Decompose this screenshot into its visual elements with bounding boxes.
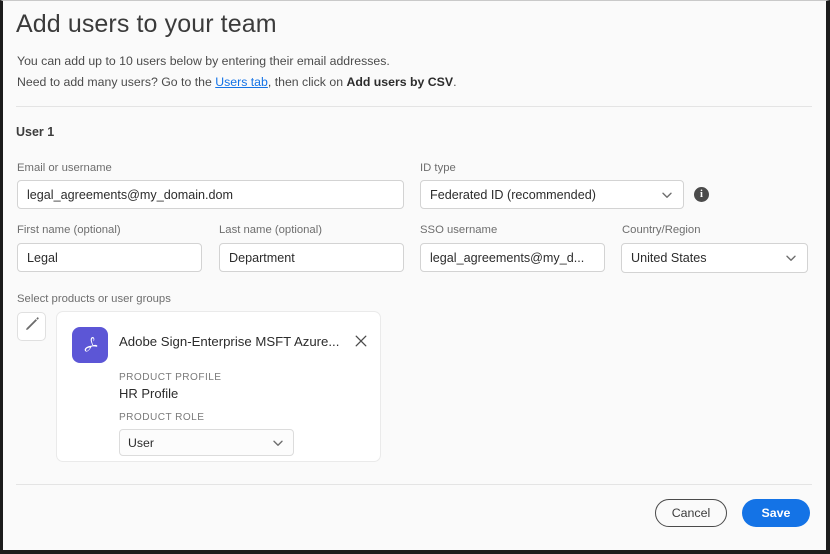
first-name-label: First name (optional) [17,224,121,236]
select-products-label: Select products or user groups [17,293,171,305]
chevron-down-icon [271,436,285,450]
users-tab-link[interactable]: Users tab [215,75,268,89]
last-name-input[interactable]: Department [219,243,404,272]
footer-divider [16,484,812,485]
chevron-down-icon [660,188,674,202]
close-icon[interactable] [353,333,369,349]
id-type-dropdown[interactable]: Federated ID (recommended) [420,180,684,209]
product-profile-label: PRODUCT PROFILE [119,372,222,383]
email-input[interactable]: legal_agreements@my_domain.dom [17,180,404,209]
product-role-dropdown[interactable]: User [119,429,294,456]
intro-middle: , then click on [267,75,347,89]
header-divider [16,106,812,107]
id-type-label: ID type [420,162,456,174]
intro-suffix: . [453,75,457,89]
edit-products-button[interactable] [17,312,46,341]
product-profile-value: HR Profile [119,386,179,401]
country-label: Country/Region [622,224,701,236]
sso-username-input[interactable]: legal_agreements@my_d... [420,243,605,272]
app-window: Add users to your team You can add up to… [0,0,830,554]
id-type-value: Federated ID (recommended) [430,187,596,202]
pencil-icon [24,316,40,337]
adobe-sign-icon [72,327,108,363]
product-role-label: PRODUCT ROLE [119,412,205,423]
add-users-by-csv-text: Add users by CSV [346,75,454,89]
email-label: Email or username [17,162,112,174]
product-card: Adobe Sign-Enterprise MSFT Azure... PROD… [56,311,381,462]
country-value: United States [631,251,707,265]
country-dropdown[interactable]: United States [621,243,808,273]
last-name-label: Last name (optional) [219,224,322,236]
product-title: Adobe Sign-Enterprise MSFT Azure... [119,334,340,349]
page-title: Add users to your team [16,10,277,38]
product-role-value: User [128,435,154,450]
chevron-down-icon [784,251,798,265]
user-section-heading: User 1 [16,125,55,139]
intro-line-1: You can add up to 10 users below by ente… [17,54,390,68]
add-users-page: Add users to your team You can add up to… [3,1,826,550]
info-icon[interactable]: i [694,187,709,202]
intro-prefix: Need to add many users? Go to the [17,75,216,89]
first-name-input[interactable]: Legal [17,243,202,272]
sso-username-label: SSO username [420,224,498,236]
cancel-button[interactable]: Cancel [655,499,727,527]
save-button[interactable]: Save [742,499,810,527]
intro-line-2: Need to add many users? Go to the Users … [17,74,457,90]
